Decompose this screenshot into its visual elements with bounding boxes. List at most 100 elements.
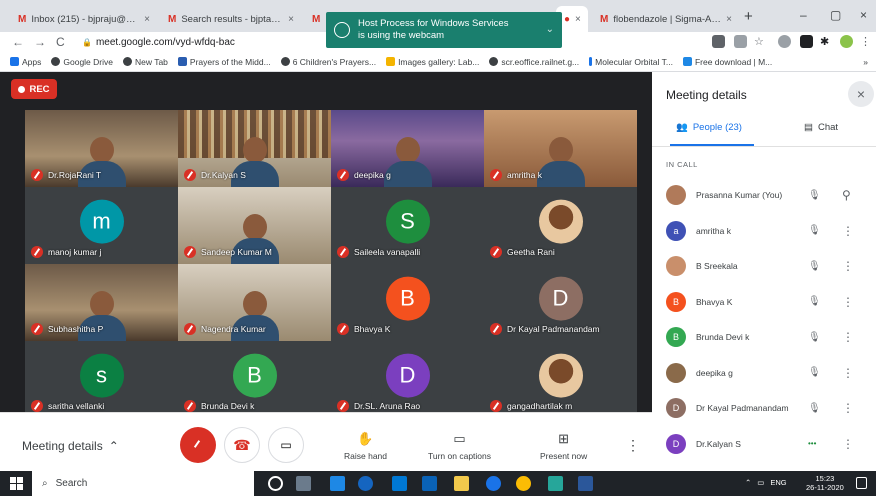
mic-toggle-button[interactable] bbox=[180, 427, 216, 463]
more-options-icon[interactable]: ⋮ bbox=[842, 437, 854, 451]
app-icon[interactable] bbox=[486, 476, 501, 491]
participant-tile[interactable]: m manoj kumar j bbox=[25, 187, 178, 264]
tab-people[interactable]: 👥 People (23) bbox=[676, 122, 742, 133]
close-tab-icon[interactable]: × bbox=[726, 14, 732, 25]
tab-search-results[interactable]: M Search results - bjptanuja@gm × bbox=[160, 6, 302, 32]
bookmark-images-gallery[interactable]: Images gallery: Lab... bbox=[386, 57, 479, 67]
system-tray[interactable]: ⌃ ▭ ENG bbox=[745, 478, 787, 487]
pin-icon[interactable]: ⚲ bbox=[842, 188, 851, 202]
participant-tile[interactable]: Subhashitha P bbox=[25, 264, 178, 341]
mic-off-icon[interactable]: 🎙 bbox=[808, 261, 821, 272]
close-tab-icon[interactable]: × bbox=[575, 14, 581, 25]
camera-toggle-button[interactable]: ▭ bbox=[268, 427, 304, 463]
notifications-icon[interactable] bbox=[856, 477, 867, 489]
mic-off-icon[interactable]: 🎙 bbox=[808, 296, 821, 307]
menu-icon[interactable]: ⋮ bbox=[860, 35, 873, 48]
participant-tile[interactable]: D Dr.SL. Aruna Rao bbox=[331, 341, 484, 418]
taskbar-search[interactable]: ⌕ Search bbox=[32, 471, 254, 496]
more-options-icon[interactable]: ⋮ bbox=[842, 330, 854, 344]
mic-off-icon[interactable]: 🎙 bbox=[808, 332, 821, 343]
back-arrow-icon[interactable]: ← bbox=[12, 35, 24, 49]
minimize-button[interactable]: – bbox=[800, 8, 807, 22]
camera-indicator-icon[interactable] bbox=[712, 35, 725, 48]
captions-button[interactable]: ▭ Turn on captions bbox=[428, 431, 491, 461]
mic-off-icon[interactable]: 🎙 bbox=[808, 367, 821, 378]
bookmark-prayers-midd[interactable]: Prayers of the Midd... bbox=[177, 57, 271, 67]
participant-list-item[interactable]: Prasanna Kumar (You) 🎙 ⚲ bbox=[666, 185, 872, 205]
participant-tile[interactable]: D Dr Kayal Padmanandam bbox=[484, 264, 637, 341]
app-icon[interactable] bbox=[548, 476, 563, 491]
more-options-icon[interactable]: ⋮ bbox=[842, 295, 854, 309]
participant-list-item[interactable]: B Brunda Devi k 🎙 ⋮ bbox=[666, 327, 872, 347]
meeting-details-toggle[interactable]: Meeting details ⌃ bbox=[22, 439, 119, 453]
chrome-icon[interactable] bbox=[516, 476, 531, 491]
close-tab-icon[interactable]: × bbox=[144, 14, 150, 25]
participant-tile[interactable]: Dr.RojaRani T bbox=[25, 110, 178, 187]
bookmark-molecular-orbital[interactable]: Molecular Orbital T... bbox=[589, 57, 673, 67]
tab-inbox[interactable]: M Inbox (215) - bjpraju@gmail.c × bbox=[10, 6, 158, 32]
word-icon[interactable] bbox=[578, 476, 593, 491]
participant-list-item[interactable]: D Dr.Kalyan S ••• ⋮ bbox=[666, 433, 872, 454]
reload-icon[interactable]: C bbox=[56, 35, 65, 49]
file-explorer-icon[interactable] bbox=[454, 476, 469, 491]
tab-chat[interactable]: ▤ Chat bbox=[804, 122, 838, 133]
participant-tile[interactable]: Geetha Rani bbox=[484, 187, 637, 264]
new-tab-button[interactable]: + bbox=[744, 8, 753, 25]
more-options-icon[interactable]: ⋮ bbox=[842, 366, 854, 380]
taskbar-clock[interactable]: 15:23 26-11-2020 bbox=[806, 474, 844, 492]
task-view-icon[interactable] bbox=[296, 476, 311, 491]
participant-tile[interactable]: S Saileela vanapalli bbox=[331, 187, 484, 264]
url-field[interactable]: 🔒 meet.google.com/vyd-wfdq-bac bbox=[82, 35, 235, 50]
participant-list-item[interactable]: deepika g 🎙 ⋮ bbox=[666, 362, 872, 383]
profile-avatar[interactable] bbox=[840, 35, 853, 48]
bookmark-children-prayers[interactable]: 6 Children's Prayers... bbox=[280, 57, 376, 67]
participant-list-item[interactable]: B Sreekala 🎙 ⋮ bbox=[666, 256, 872, 276]
extension-icon[interactable] bbox=[800, 35, 813, 48]
bookmarks-overflow[interactable]: » bbox=[863, 57, 868, 67]
participant-tile[interactable]: amritha k bbox=[484, 110, 637, 187]
speaking-indicator-icon[interactable]: ••• bbox=[808, 439, 816, 448]
present-now-button[interactable]: ⊞ Present now bbox=[540, 431, 587, 461]
participant-tile[interactable]: B Bhavya K bbox=[331, 264, 484, 341]
mail-icon[interactable] bbox=[422, 476, 437, 491]
windows-start-icon[interactable] bbox=[10, 477, 23, 490]
bookmark-apps[interactable]: Apps bbox=[10, 57, 41, 67]
vscode-icon[interactable] bbox=[330, 476, 345, 491]
chevron-down-icon[interactable]: ⌄ bbox=[546, 24, 554, 36]
more-options-icon[interactable]: ⋮ bbox=[842, 224, 854, 238]
puzzle-icon[interactable]: ✱ bbox=[820, 35, 833, 48]
participant-tile[interactable]: gangadhartilak m bbox=[484, 341, 637, 418]
participant-list-item[interactable]: B Bhavya K 🎙 ⋮ bbox=[666, 291, 872, 312]
participant-list-item[interactable]: a amritha k 🎙 ⋮ bbox=[666, 220, 872, 241]
star-icon[interactable]: ☆ bbox=[754, 35, 767, 48]
bookmark-free-download[interactable]: Free download | M... bbox=[682, 57, 772, 67]
mic-off-icon[interactable]: 🎙 bbox=[808, 225, 821, 236]
leave-call-button[interactable]: ☎ bbox=[224, 427, 260, 463]
mic-off-icon[interactable]: 🎙 bbox=[808, 403, 821, 414]
extension-icon[interactable] bbox=[778, 35, 791, 48]
participant-tile[interactable]: Dr.Kalyan S bbox=[178, 110, 331, 187]
bookmark-new-tab[interactable]: New Tab bbox=[122, 57, 168, 67]
mic-off-icon[interactable]: 🎙 bbox=[808, 190, 821, 201]
participant-tile[interactable]: s saritha vellanki bbox=[25, 341, 178, 418]
tab-gmail-3[interactable]: M bbox=[304, 6, 324, 32]
more-options-icon[interactable]: ⋮ bbox=[842, 401, 854, 415]
close-panel-button[interactable]: × bbox=[848, 81, 874, 107]
more-options-icon[interactable]: ⋮ bbox=[626, 437, 640, 454]
participant-tile[interactable]: deepika g bbox=[331, 110, 484, 187]
close-window-button[interactable]: × bbox=[860, 8, 867, 22]
participant-list-item[interactable]: D Dr Kayal Padmanandam 🎙 ⋮ bbox=[666, 398, 872, 418]
participant-tile[interactable]: Nagendra Kumar bbox=[178, 264, 331, 341]
maximize-button[interactable]: ▢ bbox=[830, 8, 841, 22]
tab-sigma-aldrich[interactable]: M flobendazole | Sigma-Aldrich × bbox=[592, 6, 740, 32]
close-tab-icon[interactable]: × bbox=[288, 14, 294, 25]
participant-tile[interactable]: Sandeep Kumar M bbox=[178, 187, 331, 264]
bookmark-google-drive[interactable]: Google Drive bbox=[51, 57, 113, 67]
more-options-icon[interactable]: ⋮ bbox=[842, 259, 854, 273]
mail-app-icon[interactable] bbox=[392, 476, 407, 491]
extension-icon[interactable] bbox=[734, 35, 747, 48]
cortana-icon[interactable] bbox=[268, 476, 283, 491]
edge-icon[interactable] bbox=[358, 476, 373, 491]
raise-hand-button[interactable]: ✋ Raise hand bbox=[344, 431, 387, 461]
forward-arrow-icon[interactable]: → bbox=[34, 35, 46, 49]
